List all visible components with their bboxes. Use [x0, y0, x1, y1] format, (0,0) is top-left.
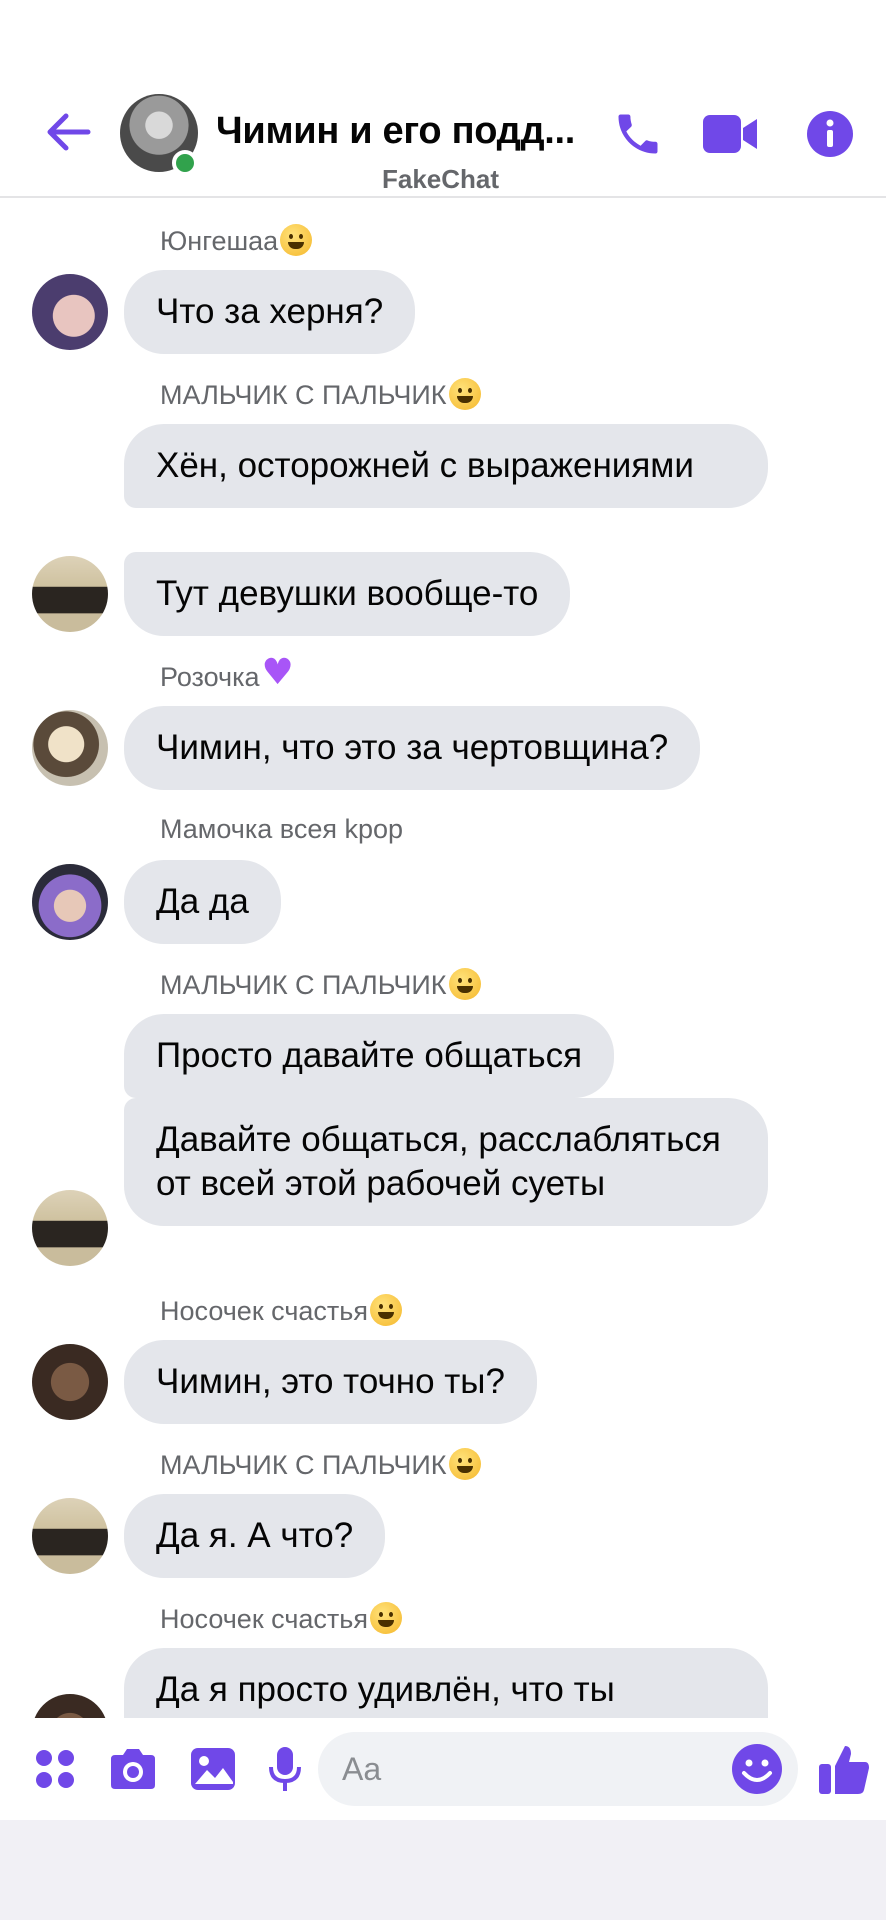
back-arrow-icon[interactable] [40, 104, 96, 160]
sender-name: МАЛЬЧИК С ПАЛЬЧИК [160, 378, 481, 411]
kissing-face-emoji [369, 1294, 402, 1326]
gallery-icon[interactable] [184, 1740, 242, 1798]
camera-icon[interactable] [104, 1740, 162, 1798]
message-bubble[interactable]: Просто давайте общаться [124, 1014, 615, 1098]
sender-avatar[interactable] [32, 1344, 108, 1420]
online-status-dot [172, 150, 198, 176]
sender-avatar[interactable] [32, 710, 108, 786]
sender-avatar[interactable] [32, 556, 108, 632]
sender-name: МАЛЬЧИК С ПАЛЬЧИК [160, 1448, 481, 1481]
message-bubble[interactable]: Чимин, это точно ты? [124, 1340, 537, 1424]
sender-avatar[interactable] [32, 1190, 108, 1266]
message-composer [0, 1718, 886, 1820]
message-bubble[interactable]: Тут девушки вообще-то [124, 552, 571, 636]
message-bubble[interactable]: Давайте общаться, расслабляться от всей … [124, 1098, 768, 1226]
sender-avatar[interactable] [32, 864, 108, 940]
zany-face-emoji [280, 224, 313, 256]
system-navigation-bar [0, 1820, 886, 1920]
kissing-face-emoji [369, 1602, 402, 1634]
chat-title[interactable]: Чимин и его подд... [216, 110, 586, 153]
message-bubble[interactable]: Да я. А что? [124, 1494, 386, 1578]
grinning-face-emoji [448, 1448, 481, 1480]
sender-name: Носочек счастья [160, 1294, 402, 1327]
sender-name: МАЛЬЧИК С ПАЛЬЧИК [160, 968, 481, 1001]
phone-icon[interactable] [608, 104, 668, 164]
message-input[interactable] [318, 1732, 798, 1806]
message-bubble[interactable]: Что за херня? [124, 270, 416, 354]
message-list[interactable]: Юнгешаа Что за херня? МАЛЬЧИК С ПАЛЬЧИК … [0, 200, 886, 1718]
sender-name: Мамочка всея kpop [160, 814, 404, 844]
info-icon[interactable] [800, 104, 860, 164]
emoji-icon[interactable] [730, 1742, 784, 1796]
purple-heart-emoji [262, 652, 296, 693]
sender-name: Носочек счастья [160, 1602, 402, 1635]
message-bubble[interactable]: Чимин, что это за чертовщина? [124, 706, 701, 790]
thumbs-up-icon[interactable] [814, 1740, 874, 1798]
video-camera-icon[interactable] [700, 104, 760, 164]
apps-grid-icon[interactable] [26, 1740, 84, 1798]
message-bubble[interactable]: Да я просто удивлён, что ты [124, 1648, 768, 1718]
chat-subtitle: FakeChat [382, 164, 500, 194]
microphone-icon[interactable] [256, 1740, 314, 1798]
message-bubble[interactable]: Да да [124, 860, 281, 944]
grinning-face-emoji [448, 968, 481, 1000]
grinning-face-emoji [448, 378, 481, 410]
sender-avatar[interactable] [32, 1498, 108, 1574]
message-bubble[interactable]: Хён, осторожней с выражениями [124, 424, 768, 508]
sender-name: Юнгешаа [160, 224, 313, 257]
sender-name: Розочка [160, 652, 296, 693]
sender-avatar[interactable] [32, 274, 108, 350]
chat-header: Чимин и его подд... FakeChat [0, 0, 886, 198]
sender-avatar[interactable] [32, 1694, 108, 1718]
